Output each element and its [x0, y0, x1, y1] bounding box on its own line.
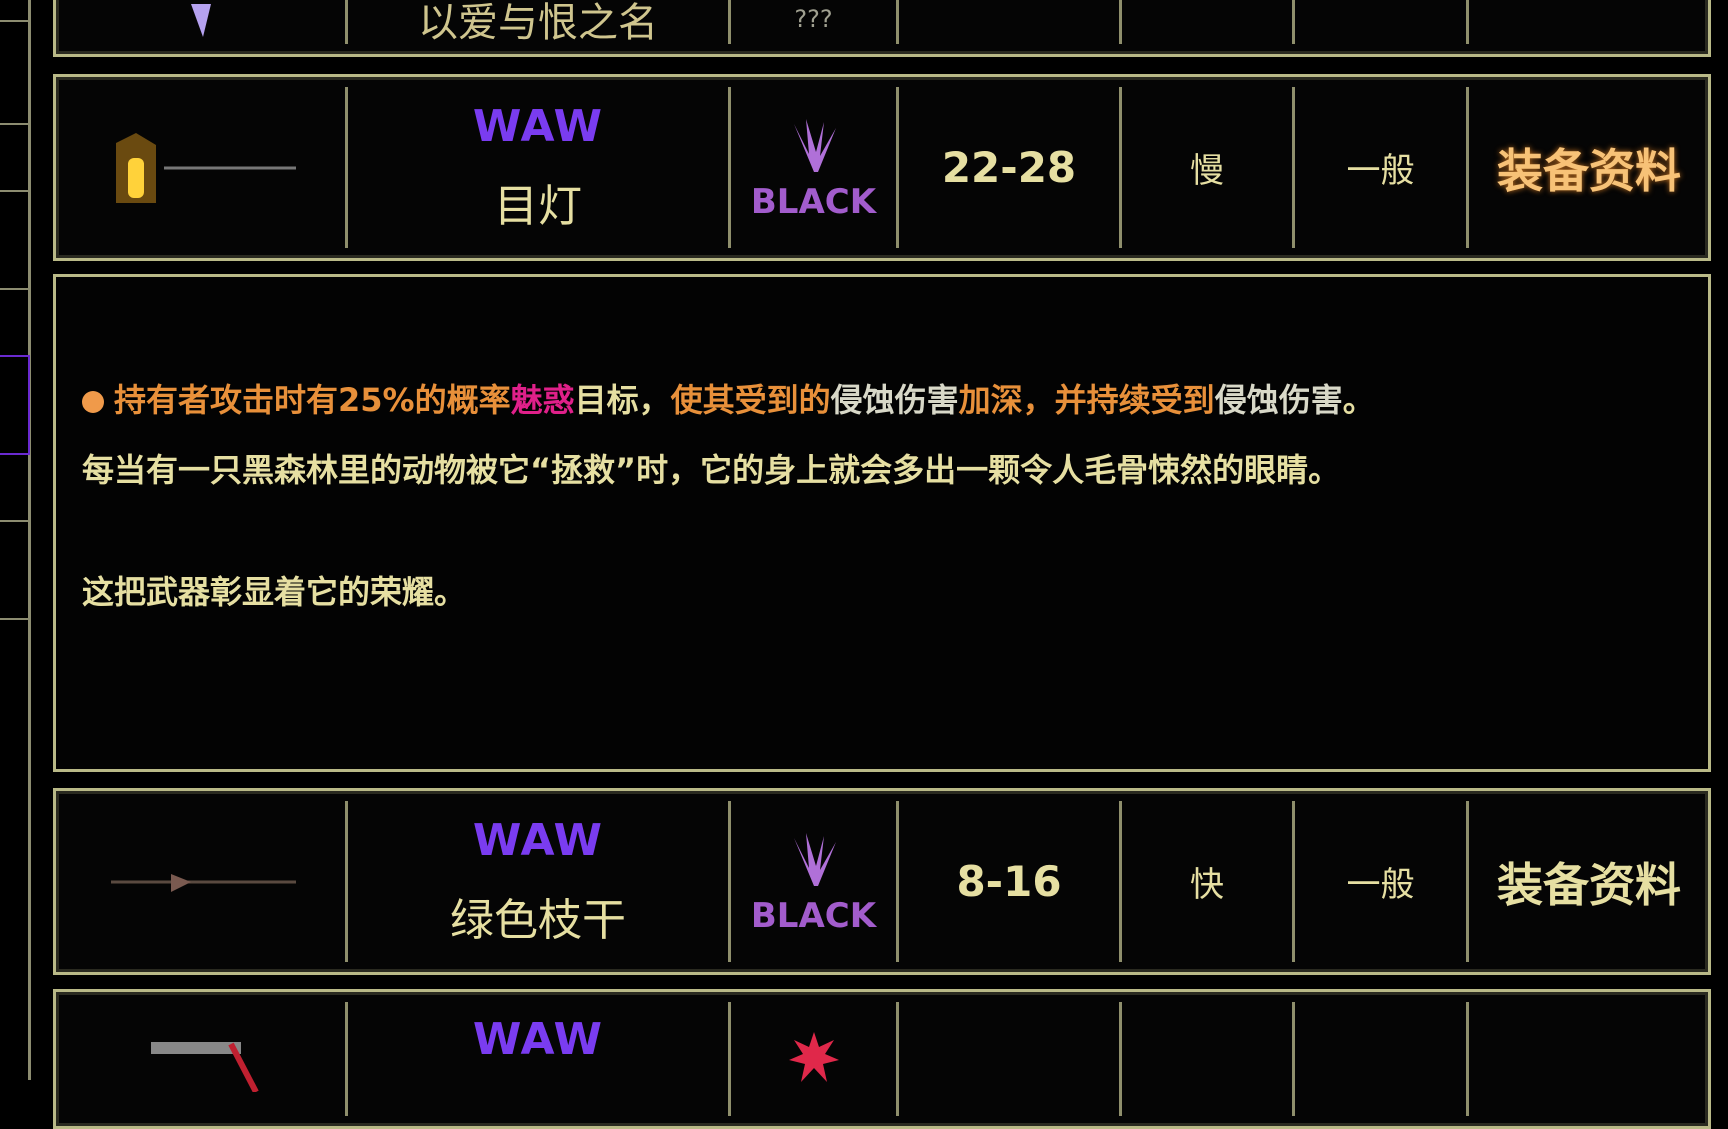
text-segment: 侵蚀伤害	[830, 381, 959, 419]
weapon-image	[56, 77, 345, 258]
risk-level: WAW	[472, 101, 604, 152]
lantern-staff-icon	[115, 132, 296, 203]
weapon-name: 以爱与恨之名	[418, 0, 658, 46]
sidebar-tab[interactable]	[0, 520, 30, 620]
weapon-image	[56, 0, 345, 54]
text-segment: 。	[1342, 381, 1375, 419]
text-segment: 魅惑	[510, 381, 575, 419]
weapon-row-selected[interactable]: WAW 目灯 BLACK 22-28 慢 一般 装备资料	[53, 74, 1711, 261]
sidebar-tab-active[interactable]	[0, 355, 30, 455]
equipment-info-button[interactable]: 装备资料	[1497, 135, 1681, 201]
weapon-description-panel: 持有者攻击时有25%的概率魅惑目标，使其受到的侵蚀伤害加深，并持续受到侵蚀伤害。…	[53, 274, 1711, 772]
text-segment: 侵蚀伤害	[1214, 381, 1343, 419]
black-damage-icon	[793, 832, 836, 886]
weapon-row[interactable]: WAW 绿色枝干 BLACK 8-16 快 一般 装备资料	[53, 788, 1711, 975]
risk-level: WAW	[472, 1014, 604, 1065]
red-burst-icon	[788, 1032, 839, 1082]
bullet-dot-icon	[82, 391, 104, 413]
text-segment: 使其受到的	[670, 381, 831, 419]
description-lore: 每当有一只黑森林里的动物被它“拯救”时，它的身上就会多出一颗令人毛骨悚然的眼睛。	[82, 451, 1341, 489]
damage-type: BLACK	[750, 895, 877, 936]
text-segment: 加深，并持续受到	[958, 381, 1215, 419]
damage-type: ???	[794, 4, 833, 33]
sidebar-tab[interactable]	[0, 20, 30, 125]
weapon-row[interactable]: WAW	[53, 989, 1711, 1129]
text-segment: 目标，	[574, 381, 671, 419]
risk-level: WAW	[472, 815, 604, 866]
attack-speed: 快	[1190, 865, 1224, 905]
attack-range: 一般	[1346, 865, 1415, 905]
black-damage-icon	[793, 118, 836, 172]
purple-wand-icon	[190, 3, 211, 37]
text-segment: 持有者攻击时有25%的概率	[114, 381, 511, 419]
weapon-name: 绿色枝干	[450, 895, 626, 946]
weapon-row[interactable]: 以爱与恨之名 ???	[53, 0, 1711, 57]
equipment-info-button[interactable]: 装备资料	[1497, 849, 1681, 915]
damage-type: BLACK	[750, 181, 877, 222]
damage-value: 8-16	[956, 857, 1062, 906]
weapon-image	[56, 992, 345, 1126]
red-weapon-icon	[150, 1042, 259, 1092]
attack-range: 一般	[1346, 151, 1415, 191]
description-flavor: 这把武器彰显着它的荣耀。	[82, 573, 467, 611]
green-branch-spear-icon	[110, 873, 296, 892]
damage-value: 22-28	[941, 143, 1077, 192]
sidebar-tab[interactable]	[0, 190, 30, 290]
description-effect: 持有者攻击时有25%的概率魅惑目标，使其受到的侵蚀伤害加深，并持续受到侵蚀伤害。	[82, 375, 1375, 421]
weapon-image	[56, 791, 345, 972]
weapon-name: 目灯	[494, 181, 582, 232]
attack-speed: 慢	[1190, 151, 1224, 191]
